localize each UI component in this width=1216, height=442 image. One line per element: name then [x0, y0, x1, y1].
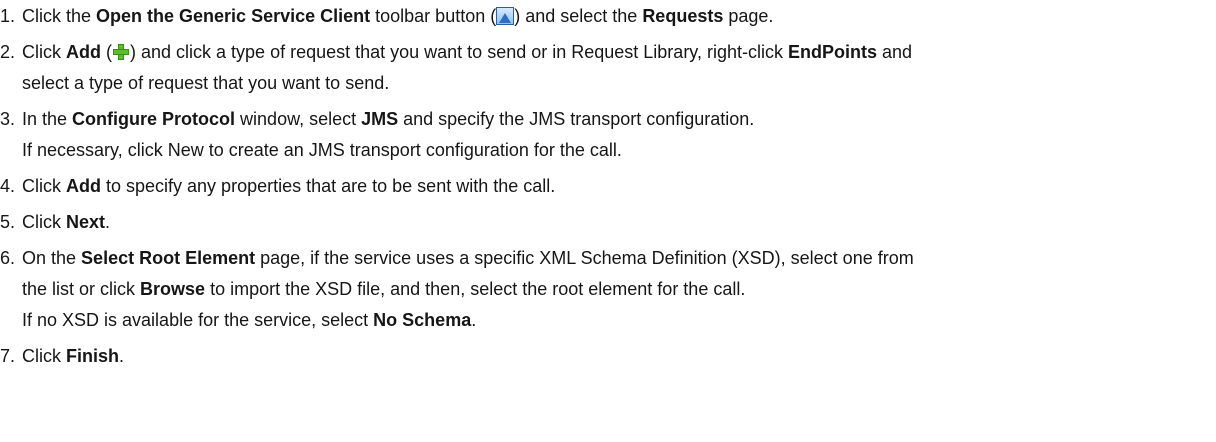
step-number: 3.: [0, 109, 16, 129]
ui-term-add: Add: [66, 176, 101, 196]
step-3-line-1: In the Configure Protocol window, select…: [22, 109, 755, 129]
ui-term-select-root-element: Select Root Element: [81, 248, 256, 268]
step-number: 5.: [0, 212, 16, 232]
ui-term-requests: Requests: [642, 6, 724, 26]
generic-service-client-icon: [496, 7, 515, 25]
step-2-line-1: Click Add () and click a type of request…: [22, 42, 913, 62]
add-icon: [112, 43, 130, 61]
step-number: 6.: [0, 248, 16, 268]
step-7-line-1: Click Finish.: [22, 346, 125, 366]
step-number: 7.: [0, 346, 16, 366]
step-6: 6. On the Select Root Element page, if t…: [0, 242, 1216, 335]
step-5-line-1: Click Next.: [22, 212, 111, 232]
step-4-line-1: Click Add to specify any properties that…: [22, 176, 556, 196]
ui-term-no-schema: No Schema: [373, 310, 472, 330]
step-4: 4. Click Add to specify any properties t…: [0, 170, 1216, 201]
step-3: 3. In the Configure Protocol window, sel…: [0, 103, 1216, 165]
step-1: 1. Click the Open the Generic Service Cl…: [0, 0, 1216, 31]
ui-term-generic-service-client: Open the Generic Service Client: [96, 6, 371, 26]
step-number: 2.: [0, 42, 16, 62]
ui-term-next: Next: [66, 212, 106, 232]
ui-term-endpoints: EndPoints: [787, 42, 877, 62]
step-6-line-1: On the Select Root Element page, if the …: [22, 248, 914, 268]
ui-term-browse: Browse: [140, 279, 206, 299]
step-6-line-2: the list or click Browse to import the X…: [22, 279, 746, 299]
step-number: 1.: [0, 6, 16, 26]
ui-term-configure-protocol: Configure Protocol: [72, 109, 236, 129]
step-2: 2. Click Add () and click a type of requ…: [0, 36, 1216, 98]
ui-term-jms: JMS: [361, 109, 399, 129]
step-6-line-3: If no XSD is available for the service, …: [22, 310, 477, 330]
step-1-line-1: Click the Open the Generic Service Clien…: [22, 6, 774, 26]
procedure-steps: 1. Click the Open the Generic Service Cl…: [0, 0, 1216, 371]
step-number: 4.: [0, 176, 16, 196]
step-7: 7. Click Finish.: [0, 340, 1216, 371]
step-5: 5. Click Next.: [0, 206, 1216, 237]
step-3-line-2: If necessary, click New to create an JMS…: [22, 140, 622, 160]
ui-term-add: Add: [66, 42, 101, 62]
ui-term-finish: Finish: [66, 346, 119, 366]
step-2-line-2: select a type of request that you want t…: [22, 73, 390, 93]
